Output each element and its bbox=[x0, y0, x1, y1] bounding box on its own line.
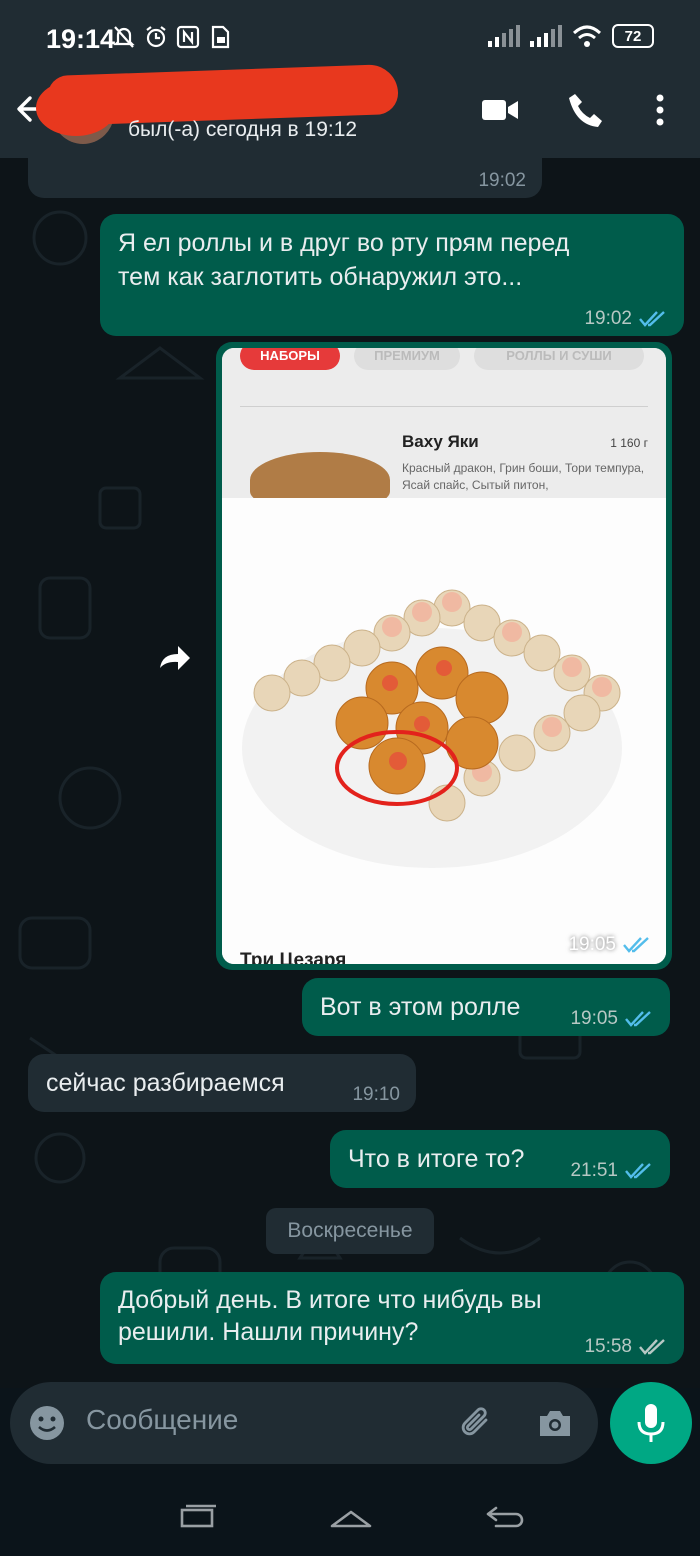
message-time: 19:02 bbox=[478, 170, 526, 192]
divider bbox=[240, 406, 648, 407]
message-time: 19:05 bbox=[570, 1008, 618, 1029]
attach-icon[interactable] bbox=[458, 1404, 496, 1442]
more-options-icon[interactable] bbox=[640, 90, 680, 130]
back-nav-icon[interactable] bbox=[482, 1500, 528, 1534]
message-time: 15:58 bbox=[584, 1336, 632, 1357]
microphone-icon bbox=[637, 1404, 665, 1442]
recent-apps-icon[interactable] bbox=[176, 1500, 222, 1534]
message-text: сейчас разбираемся bbox=[46, 1069, 285, 1097]
message-meta: 19:10 bbox=[352, 1084, 400, 1106]
message-meta: 19:02 bbox=[584, 308, 668, 330]
alarm-icon bbox=[146, 26, 166, 48]
home-icon[interactable] bbox=[328, 1500, 374, 1534]
message-text-line: тем как заглотить обнаружил это... bbox=[118, 263, 523, 291]
message-time: 21:51 bbox=[570, 1160, 618, 1181]
read-ticks-icon bbox=[639, 311, 665, 327]
message-text-line: Добрый день. В итоге что нибудь вы bbox=[118, 1286, 542, 1314]
message-outgoing[interactable]: Я ел роллы и в друг во рту прям перед те… bbox=[100, 214, 684, 336]
date-separator: Воскресенье bbox=[266, 1208, 434, 1254]
product-weight: 1 160 г bbox=[610, 436, 648, 450]
battery-indicator: 72 bbox=[612, 24, 654, 48]
image-attachment[interactable]: НАБОРЫ ПРЕМИУМ РОЛЛЫ И СУШИ Ваху Яки 1 1… bbox=[222, 348, 666, 964]
image-message[interactable]: НАБОРЫ ПРЕМИУМ РОЛЛЫ И СУШИ Ваху Яки 1 1… bbox=[216, 342, 672, 970]
message-incoming[interactable]: 19:02 bbox=[28, 150, 542, 198]
message-meta: 21:51 bbox=[570, 1160, 654, 1182]
status-icons-right: 72 bbox=[488, 24, 654, 48]
message-meta: 19:05 bbox=[570, 1008, 654, 1030]
delivered-ticks-icon bbox=[639, 1339, 665, 1355]
read-ticks-icon bbox=[625, 1163, 651, 1179]
nfc-icon bbox=[176, 25, 200, 49]
message-outgoing[interactable]: Добрый день. В итоге что нибудь вы решил… bbox=[100, 1272, 684, 1364]
camera-icon[interactable] bbox=[536, 1404, 574, 1442]
message-composer[interactable]: Сообщение bbox=[10, 1382, 598, 1464]
message-time: 19:10 bbox=[352, 1084, 400, 1105]
voice-record-button[interactable] bbox=[610, 1382, 692, 1464]
message-outgoing[interactable]: Что в итоге то? 21:51 bbox=[330, 1130, 670, 1188]
message-meta: 19:05 bbox=[568, 934, 652, 956]
product-description: Красный дракон, Грин боши, Тори темпура,… bbox=[402, 461, 645, 492]
battery-level: 72 bbox=[624, 27, 642, 45]
message-time: 19:05 bbox=[568, 934, 616, 955]
sushi-set-illustration bbox=[242, 589, 622, 868]
signal-2-icon bbox=[530, 25, 562, 47]
forward-icon[interactable] bbox=[152, 636, 196, 680]
status-icons-left bbox=[112, 24, 232, 50]
message-input-placeholder[interactable]: Сообщение bbox=[86, 1404, 238, 1436]
product-name: Ваху Яки bbox=[402, 432, 479, 451]
menu-tab: ПРЕМИУМ bbox=[354, 348, 460, 370]
message-outgoing[interactable]: Вот в этом ролле 19:05 bbox=[302, 978, 670, 1036]
last-seen-status: был(-а) сегодня в 19:12 bbox=[128, 118, 358, 141]
screenshot-menu-area: НАБОРЫ ПРЕМИУМ РОЛЛЫ И СУШИ Ваху Яки 1 1… bbox=[222, 348, 666, 508]
sim-card-icon bbox=[211, 25, 230, 49]
video-call-icon[interactable] bbox=[480, 90, 520, 130]
voice-call-icon[interactable] bbox=[566, 90, 606, 130]
system-nav-bar bbox=[0, 1476, 700, 1556]
mute-bell-icon bbox=[113, 26, 135, 48]
read-ticks-icon bbox=[625, 1011, 651, 1027]
message-meta: 15:58 bbox=[584, 1336, 668, 1358]
menu-tab: РОЛЛЫ И СУШИ bbox=[474, 348, 644, 370]
message-incoming[interactable]: сейчас разбираемся 19:10 bbox=[28, 1054, 416, 1112]
message-text-line: Я ел роллы и в друг во рту прям перед bbox=[118, 229, 570, 257]
message-time: 19:02 bbox=[584, 308, 632, 329]
signal-icon bbox=[488, 25, 520, 47]
read-ticks-icon bbox=[623, 937, 649, 953]
emoji-icon[interactable] bbox=[28, 1404, 66, 1442]
time-text: 19:02 bbox=[478, 170, 526, 191]
wifi-icon bbox=[572, 25, 602, 47]
product-title-cut: Три Цезаря bbox=[240, 950, 347, 964]
sushi-photo bbox=[222, 498, 666, 964]
status-time: 19:14 bbox=[46, 24, 116, 54]
menu-tab: НАБОРЫ bbox=[240, 348, 340, 370]
chat-header: был(-а) сегодня в 19:12 bbox=[0, 63, 700, 158]
